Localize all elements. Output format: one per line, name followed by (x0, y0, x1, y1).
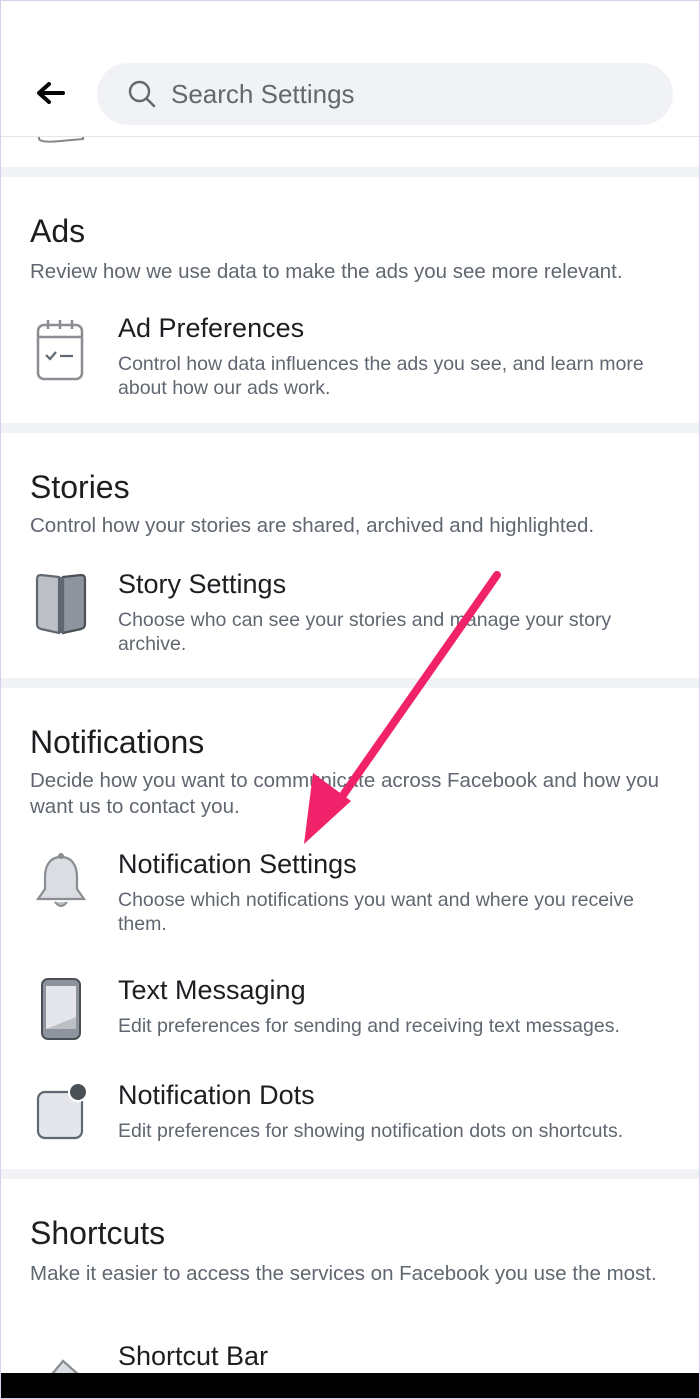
shortcuts-section: Shortcuts Make it easier to access the s… (1, 1179, 699, 1398)
phone-icon (41, 978, 81, 1040)
ads-section-description: Review how we use data to make the ads y… (30, 260, 623, 283)
shortcuts-section-title: Shortcuts (30, 1215, 166, 1251)
stories-section-description: Control how your stories are shared, arc… (30, 514, 595, 537)
notification-dots-item[interactable]: Notification Dots Edit preferences for s… (1, 1074, 699, 1174)
stories-section-title: Stories (30, 469, 130, 505)
ad-preferences-description: Control how data influences the ads you … (118, 353, 644, 399)
ad-preferences-item[interactable]: Ad Preferences Control how data influenc… (1, 307, 699, 417)
book-icon (35, 573, 87, 635)
section-divider (1, 678, 699, 688)
notifications-section-title: Notifications (30, 724, 205, 760)
shortcuts-section-description: Make it easier to access the services on… (30, 1262, 657, 1285)
header-bar (1, 1, 699, 137)
story-settings-description: Choose who can see your stories and mana… (118, 609, 612, 655)
notification-dots-description: Edit preferences for showing notificatio… (118, 1120, 624, 1142)
bell-icon (35, 853, 87, 907)
notifications-section: Notifications Decide how you want to com… (1, 688, 699, 1168)
back-button[interactable] (27, 73, 73, 113)
search-input[interactable] (171, 63, 651, 125)
notification-dot-icon (36, 1082, 88, 1140)
notifications-section-description: Decide how you want to communicate acros… (30, 769, 660, 818)
section-divider (1, 167, 699, 177)
shortcut-bar-title: Shortcut Bar (118, 1341, 269, 1371)
system-nav-bar (1, 1373, 699, 1398)
story-settings-title: Story Settings (118, 569, 287, 599)
search-bar[interactable] (97, 63, 673, 125)
notification-settings-description: Choose which notifications you want and … (118, 889, 634, 935)
ad-preferences-title: Ad Preferences (118, 313, 305, 343)
notification-settings-item[interactable]: Notification Settings Choose which notif… (1, 843, 699, 953)
story-settings-item[interactable]: Story Settings Choose who can see your s… (1, 563, 699, 673)
stories-section: Stories Control how your stories are sha… (1, 433, 699, 679)
notification-settings-title: Notification Settings (118, 849, 357, 879)
section-divider (1, 1169, 699, 1179)
text-messaging-item[interactable]: Text Messaging Edit preferences for send… (1, 969, 699, 1069)
text-messaging-title: Text Messaging (118, 975, 306, 1005)
text-messaging-description: Edit preferences for sending and receivi… (118, 1015, 620, 1037)
ads-section-title: Ads (30, 213, 86, 249)
ads-section: Ads Review how we use data to make the a… (1, 177, 699, 423)
calendar-check-icon (36, 320, 84, 381)
back-arrow-icon (37, 82, 65, 104)
notification-dots-title: Notification Dots (118, 1080, 315, 1110)
section-divider (1, 423, 699, 433)
settings-screen: Ads Review how we use data to make the a… (0, 0, 700, 1399)
search-icon (128, 80, 156, 108)
